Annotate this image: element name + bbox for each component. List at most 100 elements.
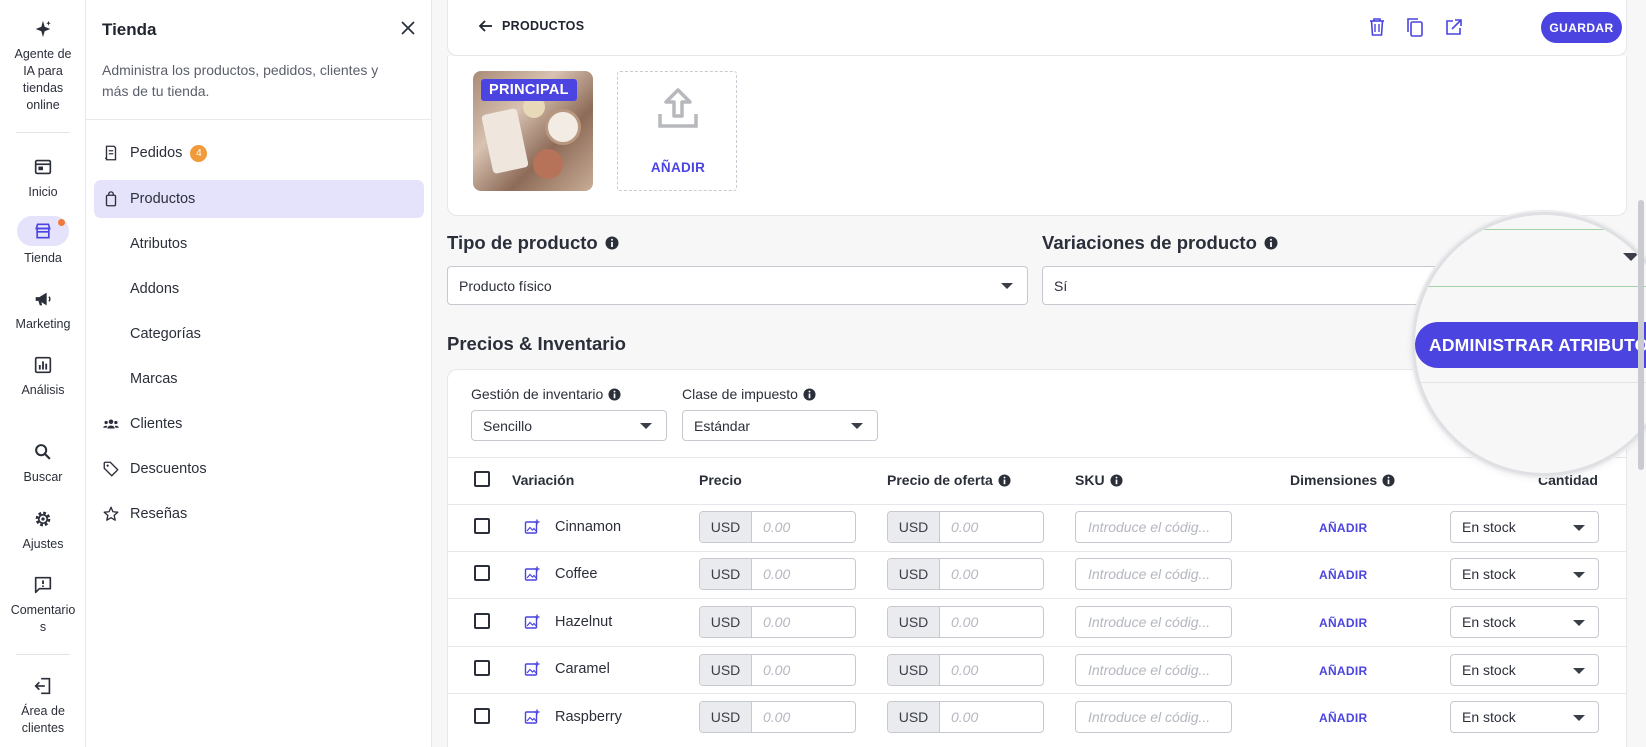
info-icon[interactable] xyxy=(998,473,1011,487)
rail-item-home[interactable]: Inicio xyxy=(0,156,86,201)
sale-price-input[interactable]: USD 0.00 xyxy=(887,654,1044,686)
stock-select[interactable]: En stock xyxy=(1450,654,1599,686)
close-icon[interactable] xyxy=(398,18,418,38)
info-icon[interactable] xyxy=(1110,473,1123,487)
sparkle-icon xyxy=(35,20,51,38)
sale-price-placeholder[interactable]: 0.00 xyxy=(940,559,1043,589)
row-checkbox[interactable] xyxy=(474,708,490,724)
save-button[interactable]: GUARDAR xyxy=(1541,12,1622,43)
sku-input[interactable]: Introduce el códig... xyxy=(1075,606,1232,638)
price-placeholder[interactable]: 0.00 xyxy=(752,702,855,732)
rail-label: Tienda xyxy=(24,251,62,265)
scrollbar[interactable] xyxy=(1638,200,1644,470)
add-dimensions-link[interactable]: AÑADIR xyxy=(1319,664,1367,678)
stock-select[interactable]: En stock xyxy=(1450,558,1599,590)
product-type-select[interactable]: Producto físico xyxy=(447,266,1028,305)
nav-label: Pedidos xyxy=(130,145,183,161)
price-placeholder[interactable]: 0.00 xyxy=(752,512,855,542)
row-checkbox[interactable] xyxy=(474,565,490,581)
row-checkbox[interactable] xyxy=(474,660,490,676)
select-all-checkbox[interactable] xyxy=(474,471,490,487)
row-checkbox[interactable] xyxy=(474,518,490,534)
price-placeholder[interactable]: 0.00 xyxy=(752,607,855,637)
back-to-products[interactable]: PRODUCTOS xyxy=(478,18,584,34)
nav-label: Clientes xyxy=(130,416,183,432)
sale-price-input[interactable]: USD 0.00 xyxy=(887,511,1044,543)
orders-count-badge: 4 xyxy=(190,144,208,162)
add-dimensions-link[interactable]: AÑADIR xyxy=(1319,616,1367,630)
tax-value: Estándar xyxy=(694,417,751,434)
star-icon xyxy=(103,506,119,521)
sale-price-input[interactable]: USD 0.00 xyxy=(887,558,1044,590)
info-icon[interactable] xyxy=(605,236,619,250)
sku-input[interactable]: Introduce el códig... xyxy=(1075,654,1232,686)
sku-input[interactable]: Introduce el códig... xyxy=(1075,558,1232,590)
price-placeholder[interactable]: 0.00 xyxy=(752,559,855,589)
price-input[interactable]: USD 0.00 xyxy=(699,701,856,733)
sale-price-placeholder[interactable]: 0.00 xyxy=(940,607,1043,637)
pricing-heading: Precios & Inventario xyxy=(447,333,626,355)
panel-description: Administra los productos, pedidos, clien… xyxy=(102,62,379,99)
rail-item-search[interactable]: Buscar xyxy=(0,441,86,486)
stock-select[interactable]: En stock xyxy=(1450,511,1599,543)
sku-input[interactable]: Introduce el códig... xyxy=(1075,701,1232,733)
magnified-border xyxy=(1415,286,1646,287)
stock-select[interactable]: En stock xyxy=(1450,606,1599,638)
nav-item-orders[interactable]: Pedidos 4 xyxy=(94,134,424,172)
add-image-icon[interactable] xyxy=(524,709,540,725)
currency-label: USD xyxy=(888,512,940,542)
price-input[interactable]: USD 0.00 xyxy=(699,654,856,686)
row-checkbox[interactable] xyxy=(474,613,490,629)
nav-item-customers[interactable]: Clientes xyxy=(94,405,424,443)
price-input[interactable]: USD 0.00 xyxy=(699,511,856,543)
add-dimensions-link[interactable]: AÑADIR xyxy=(1319,711,1367,725)
sku-input[interactable]: Introduce el códig... xyxy=(1075,511,1232,543)
add-dimensions-link[interactable]: AÑADIR xyxy=(1319,568,1367,582)
rail-item-store[interactable]: Tienda xyxy=(0,216,86,267)
duplicate-icon[interactable] xyxy=(1403,15,1427,39)
rail-item-marketing[interactable]: Marketing xyxy=(0,288,86,333)
variation-name: Cinnamon xyxy=(555,519,622,535)
nav-item-products[interactable]: Productos xyxy=(94,180,424,218)
info-icon[interactable] xyxy=(1382,473,1395,487)
rail-item-ai-agent[interactable]: Agente de IA para tiendas online xyxy=(0,18,86,114)
add-image-icon[interactable] xyxy=(524,566,540,582)
image-detail xyxy=(545,109,581,145)
rail-item-settings[interactable]: Ajustes xyxy=(0,508,86,553)
nav-item-discounts[interactable]: Descuentos xyxy=(94,450,424,488)
add-image-icon[interactable] xyxy=(524,614,540,630)
price-input[interactable]: USD 0.00 xyxy=(699,606,856,638)
sale-price-placeholder[interactable]: 0.00 xyxy=(940,655,1043,685)
sale-price-input[interactable]: USD 0.00 xyxy=(887,606,1044,638)
price-placeholder[interactable]: 0.00 xyxy=(752,655,855,685)
add-dimensions-link[interactable]: AÑADIR xyxy=(1319,521,1367,535)
info-icon[interactable] xyxy=(1264,236,1278,250)
info-icon[interactable] xyxy=(803,387,816,401)
inventory-select[interactable]: Sencillo xyxy=(471,410,667,441)
sale-price-placeholder[interactable]: 0.00 xyxy=(940,702,1043,732)
header-sku: SKU xyxy=(1075,472,1123,488)
external-link-icon[interactable] xyxy=(1442,15,1466,39)
add-image-icon[interactable] xyxy=(524,519,540,535)
product-image[interactable]: PRINCIPAL xyxy=(473,71,593,191)
add-image-dropzone[interactable]: AÑADIR xyxy=(617,71,737,191)
tax-select[interactable]: Estándar xyxy=(682,410,878,441)
rail-item-feedback[interactable]: Comentarios xyxy=(0,574,86,636)
nav-item-brands[interactable]: Marcas xyxy=(94,360,424,398)
nav-item-addons[interactable]: Addons xyxy=(94,270,424,308)
stock-value: En stock xyxy=(1462,709,1516,725)
nav-item-categories[interactable]: Categorías xyxy=(94,315,424,353)
manage-attributes-button[interactable]: ADMINISTRAR ATRIBUTOS xyxy=(1415,322,1646,368)
trash-icon[interactable] xyxy=(1365,15,1389,39)
add-image-icon[interactable] xyxy=(524,661,540,677)
sale-price-input[interactable]: USD 0.00 xyxy=(887,701,1044,733)
stock-select[interactable]: En stock xyxy=(1450,701,1599,733)
sale-price-placeholder[interactable]: 0.00 xyxy=(940,512,1043,542)
rail-item-analytics[interactable]: Análisis xyxy=(0,354,86,399)
rail-item-client-area[interactable]: Área de clientes xyxy=(0,675,86,737)
nav-label: Reseñas xyxy=(130,506,188,522)
nav-item-attributes[interactable]: Atributos xyxy=(94,225,424,263)
info-icon[interactable] xyxy=(608,387,621,401)
nav-item-reviews[interactable]: Reseñas xyxy=(94,495,424,533)
price-input[interactable]: USD 0.00 xyxy=(699,558,856,590)
